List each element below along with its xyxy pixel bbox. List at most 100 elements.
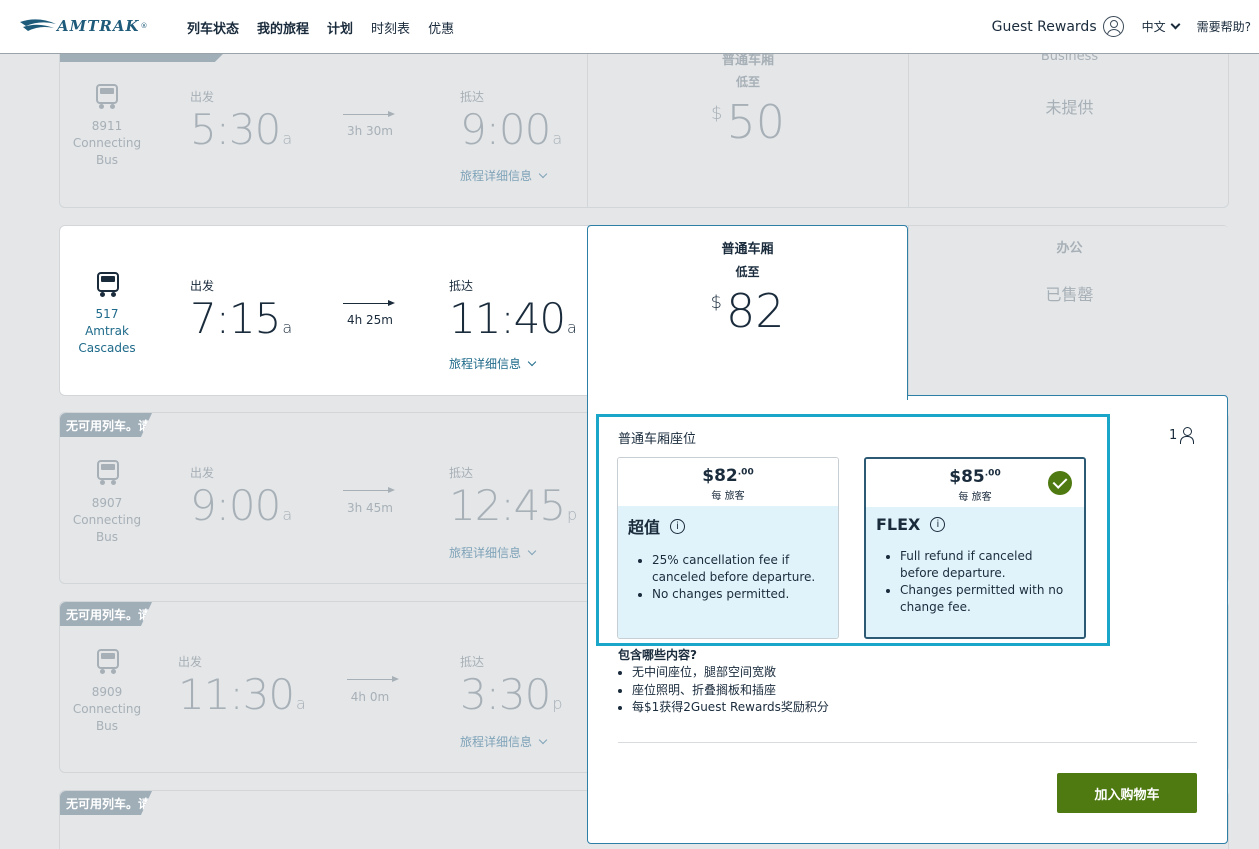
train-number: 8907 Connecting Bus [72, 496, 142, 544]
logo-text: AMTRAK [57, 17, 140, 35]
whats-included: 包含哪些内容? 无中间座位，腿部空间宽敞 座位照明、折叠搁板和插座 每$1获得2… [618, 646, 829, 717]
trip-info: 517 Amtrak Cascades 出发 7:15 a 4h 25m 抵达 11… [60, 226, 587, 395]
user-account-icon [1102, 16, 1124, 37]
selected-check-icon [1048, 471, 1072, 495]
coach-price: $82 [710, 284, 785, 338]
depart-label: 出发 [178, 655, 203, 669]
not-offered-label: 未提供 [1045, 98, 1094, 117]
tab-connector [588, 393, 907, 397]
trip-details-link[interactable]: 旅程详细信息 [460, 167, 548, 184]
arrow-right-icon [347, 675, 399, 685]
duration: 4h 25m [346, 313, 393, 327]
duration: 4h 0m [350, 690, 390, 704]
bus-icon [95, 84, 119, 110]
arrive-time: 9:00 a [460, 105, 562, 154]
arrive-label: 抵达 [449, 279, 474, 293]
depart-label: 出发 [190, 279, 215, 293]
duration: 3h 30m [346, 124, 393, 138]
arrow-right-icon [343, 486, 395, 496]
duration: 3h 45m [346, 501, 393, 515]
fare-card-flex[interactable]: $85.00 每 旅客 FLEXi Full refund if cancele… [864, 457, 1086, 639]
train-number: 8911 Connecting Bus [72, 119, 142, 167]
includes-title: 包含哪些内容? [618, 648, 697, 662]
amtrak-logo[interactable]: AMTRAK ® [20, 15, 170, 37]
coach-seat-title: 普通车厢座位 [618, 432, 697, 447]
chevron-down-icon [527, 357, 537, 366]
arrive-label: 抵达 [460, 655, 485, 669]
trip-details-link[interactable]: 旅程详细信息 [449, 544, 537, 561]
trip-row-8911[interactable]: 8911 Connecting Bus 出发 5:30 a 3h 30m 抵达 9:… [59, 40, 1229, 208]
chevron-down-icon [538, 735, 548, 744]
coach-label: 普通车厢 [721, 242, 774, 257]
fare-rule: Full refund if canceled before departure… [900, 548, 1074, 582]
arrive-time: 3:30 p [460, 670, 563, 719]
fare-card-value[interactable]: $82.00 每 旅客 超值i 25% cancellation fee if … [617, 457, 839, 639]
fare-rule: Changes permitted with no change fee. [900, 582, 1074, 616]
chevron-down-icon [527, 546, 537, 555]
fare-rules-list: 25% cancellation fee if canceled before … [628, 552, 828, 603]
language-label: 中文 [1141, 20, 1166, 34]
train-icon [96, 272, 120, 298]
info-icon[interactable]: i [930, 517, 946, 532]
trip-details-link[interactable]: 旅程详细信息 [460, 733, 548, 750]
trip-info: 8911 Connecting Bus 出发 5:30 a 3h 30m 抵达 9:… [60, 41, 587, 207]
header-right: Guest Rewards 中文 需要帮助? [992, 16, 1251, 37]
arrow-right-icon [343, 110, 395, 120]
bus-icon [96, 649, 120, 675]
include-item: 无中间座位，腿部空间宽敞 [632, 664, 829, 682]
arrive-time: 11:40 a [449, 294, 577, 343]
depart-time: 9:00 a [190, 481, 292, 530]
divider [618, 742, 1197, 743]
fare-rule: 25% cancellation fee if canceled before … [652, 552, 828, 586]
person-icon [1180, 427, 1195, 444]
nav-deals[interactable]: 优惠 [428, 18, 454, 37]
arrow-right-icon [343, 299, 395, 309]
trip-info: 8909 Connecting Bus 出发 11:30 a 4h 0m 抵达 3:… [60, 602, 587, 772]
depart-label: 出发 [190, 466, 215, 480]
train-number[interactable]: 517 Amtrak Cascades [60, 306, 154, 357]
business-fare-cell: 办公 已售罄 [908, 226, 1230, 395]
per-passenger-label: 每 旅客 [711, 491, 745, 502]
depart-label: 出发 [190, 90, 215, 104]
guest-rewards-label: Guest Rewards [991, 18, 1097, 35]
info-icon[interactable]: i [670, 518, 686, 534]
depart-time: 5:30 a [190, 105, 292, 154]
bus-icon [96, 460, 120, 486]
arrive-time: 12:45 p [449, 481, 577, 530]
nav-plan[interactable]: 计划 [327, 18, 353, 37]
language-selector[interactable]: 中文 [1141, 18, 1181, 35]
from-label: 低至 [735, 75, 760, 89]
main-nav: 列车状态 我的旅程 计划 时刻表 优惠 [187, 18, 454, 37]
business-fare-cell: Business 未提供 [908, 41, 1230, 207]
nav-schedules[interactable]: 时刻表 [371, 18, 410, 37]
add-to-cart-button[interactable]: 加入购物车 [1057, 773, 1197, 813]
guest-rewards-link[interactable]: Guest Rewards [992, 16, 1124, 37]
chevron-down-icon [1170, 19, 1181, 30]
include-item: 座位照明、折叠搁板和插座 [632, 682, 829, 700]
arrive-label: 抵达 [449, 466, 474, 480]
fare-rule: No changes permitted. [652, 586, 828, 603]
passenger-count[interactable]: 1 [1169, 427, 1195, 444]
unavailable-badge: 无可用列车。请 [60, 791, 152, 815]
include-item: 每$1获得2Guest Rewards奖励积分 [632, 699, 829, 717]
amtrak-wave-icon [20, 19, 56, 31]
nav-train-status[interactable]: 列车状态 [187, 18, 239, 37]
coach-fare-cell[interactable]: 普通车厢 低至 $50 [587, 41, 908, 207]
help-link[interactable]: 需要帮助? [1197, 18, 1251, 35]
sold-out-label: 已售罄 [1045, 285, 1094, 304]
selected-coach-tab[interactable]: 普通车厢 低至 $82 [587, 225, 908, 400]
arrive-label: 抵达 [460, 90, 485, 104]
fare-name: FLEX i [876, 515, 1074, 534]
train-number: 8909 Connecting Bus [72, 685, 142, 733]
depart-time: 11:30 a [178, 670, 306, 719]
trip-info: 8907 Connecting Bus 出发 9:00 a 3h 45m 抵达 12… [60, 413, 587, 583]
fare-name: 超值 i [628, 514, 828, 538]
chevron-down-icon [538, 169, 548, 178]
business-label: 办公 [1056, 241, 1083, 256]
nav-my-trips[interactable]: 我的旅程 [257, 18, 309, 37]
fare-price: $82.00 [702, 466, 754, 486]
trip-details-link[interactable]: 旅程详细信息 [449, 355, 537, 372]
fare-rules-list: Full refund if canceled before departure… [876, 548, 1074, 616]
coach-price: $50 [711, 95, 785, 149]
from-label: 低至 [735, 265, 760, 279]
